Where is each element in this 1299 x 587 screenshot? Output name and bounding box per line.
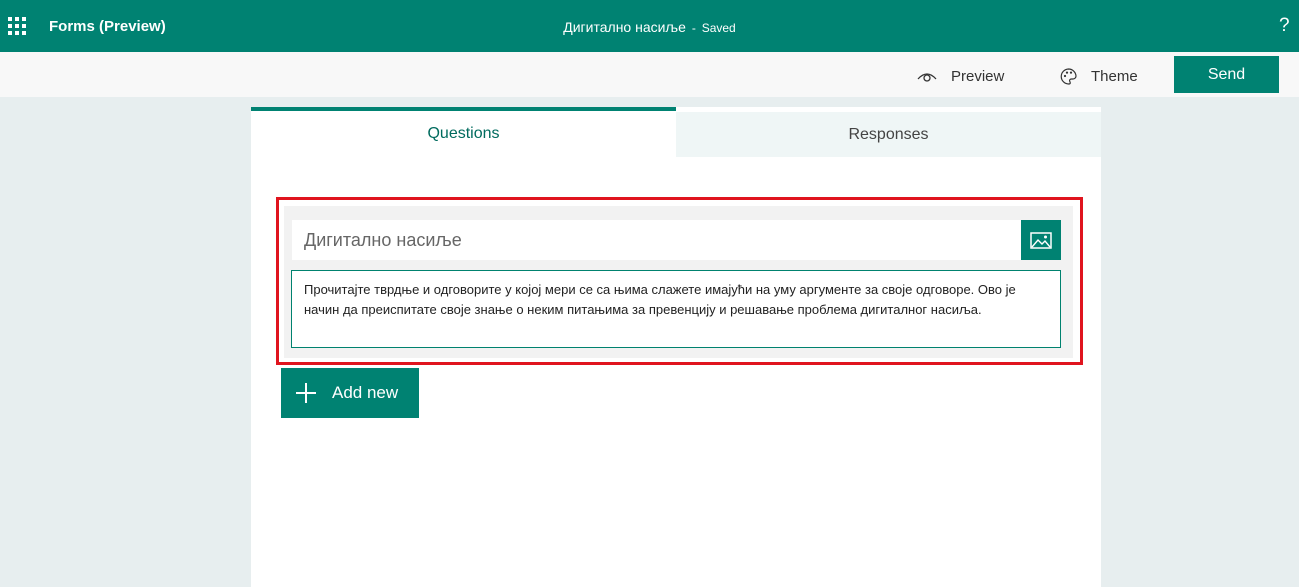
send-button[interactable]: Send <box>1174 56 1279 93</box>
command-bar: Preview Theme Send <box>0 52 1299 97</box>
theme-label: Theme <box>1091 68 1138 85</box>
add-new-label: Add new <box>332 383 399 402</box>
preview-button[interactable]: Preview <box>917 68 1004 85</box>
theme-button[interactable]: Theme <box>1060 68 1138 85</box>
image-icon <box>1030 231 1052 249</box>
save-status: Saved <box>701 21 736 35</box>
form-description-input[interactable]: Прочитајте тврдње и одговорите у којој м… <box>291 270 1061 348</box>
add-new-button[interactable]: Add new <box>281 368 419 418</box>
document-title: Дигитално насиље <box>563 19 686 35</box>
insert-image-button[interactable] <box>1021 220 1061 260</box>
tab-responses[interactable]: Responses <box>676 112 1101 157</box>
title-separator: - <box>691 21 696 35</box>
tab-questions[interactable]: Questions <box>251 107 676 157</box>
eye-icon <box>917 72 937 82</box>
form-title-input[interactable]: Дигитално насиље <box>292 220 1021 260</box>
document-title-bar: Дигитално насиље - Saved <box>0 19 1299 35</box>
palette-icon <box>1060 68 1077 85</box>
app-bar: Forms (Preview) Дигитално насиље - Saved… <box>0 0 1299 52</box>
help-icon[interactable]: ? <box>1279 15 1290 37</box>
preview-label: Preview <box>951 68 1005 85</box>
plus-icon <box>296 383 316 403</box>
